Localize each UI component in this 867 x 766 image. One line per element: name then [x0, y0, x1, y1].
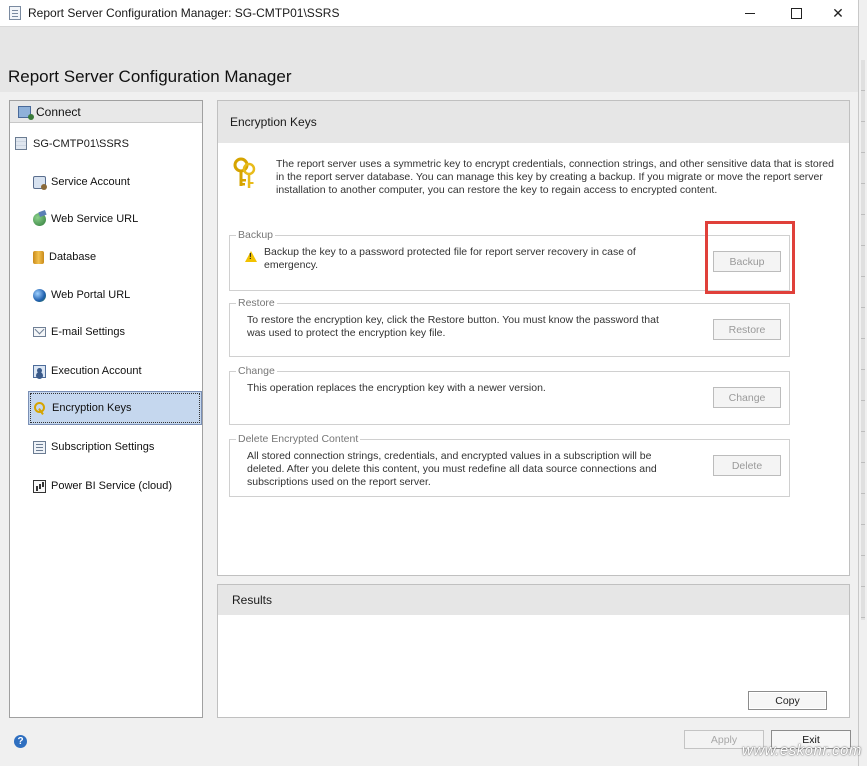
globe-icon: [33, 288, 46, 302]
sidebar-item-encryption-keys[interactable]: Encryption Keys: [28, 391, 202, 425]
power-bi-icon: [33, 479, 46, 493]
help-icon[interactable]: ?: [14, 735, 27, 748]
warning-icon: [245, 251, 257, 262]
sidebar-item-label: Web Service URL: [51, 213, 139, 225]
sidebar-item-web-service-url[interactable]: Web Service URL: [28, 202, 202, 236]
change-group: Change This operation replaces the encry…: [229, 365, 790, 425]
sidebar-item-power-bi-service[interactable]: Power BI Service (cloud): [28, 469, 202, 503]
app-header: Report Server Configuration Manager: [0, 26, 858, 92]
sidebar-item-label: E-mail Settings: [51, 326, 125, 338]
sidebar-item-label: Encryption Keys: [52, 402, 132, 414]
sidebar-item-label: Database: [49, 251, 97, 263]
sidebar-item-label: Web Portal URL: [51, 289, 131, 301]
restore-description: To restore the encryption key, click the…: [247, 314, 659, 339]
change-legend: Change: [236, 365, 277, 377]
delete-button[interactable]: Delete: [713, 455, 781, 476]
restore-legend: Restore: [236, 297, 277, 309]
maximize-button[interactable]: [774, 0, 818, 26]
database-icon: [33, 250, 44, 264]
execution-account-icon: [33, 364, 46, 378]
mail-icon: [33, 327, 46, 337]
connect-icon: [18, 105, 34, 120]
backup-legend: Backup: [236, 229, 276, 241]
intro-text: The report server uses a symmetric key t…: [276, 158, 834, 196]
sidebar-item-label: Subscription Settings: [51, 441, 155, 453]
copy-button[interactable]: Copy: [748, 691, 827, 710]
delete-legend: Delete Encrypted Content: [236, 433, 361, 445]
sidebar-item-label: Service Account: [51, 176, 130, 188]
service-account-icon: [33, 175, 47, 190]
highlight-annotation: [705, 221, 795, 294]
sidebar-item-email-settings[interactable]: E-mail Settings: [28, 315, 202, 349]
results-title: Results: [218, 585, 849, 615]
connect-button[interactable]: Connect: [10, 101, 202, 123]
server-node: SG-CMTP01\SSRS: [15, 137, 129, 150]
sidebar-item-label: Execution Account: [51, 365, 142, 377]
window-title: Report Server Configuration Manager: SG-…: [28, 6, 340, 20]
subscription-icon: [33, 440, 46, 454]
app-heading: Report Server Configuration Manager: [8, 67, 292, 86]
restore-button[interactable]: Restore: [713, 319, 781, 340]
encryption-keys-panel: Encryption Keys The report server uses a…: [217, 100, 850, 576]
sidebar: Connect SG-CMTP01\SSRS Service Account W…: [9, 100, 203, 718]
server-name: SG-CMTP01\SSRS: [33, 137, 129, 150]
delete-encrypted-content-group: Delete Encrypted Content All stored conn…: [229, 433, 790, 497]
close-button[interactable]: ✕: [816, 0, 860, 26]
minimize-button[interactable]: [728, 0, 772, 26]
keys-illustration-icon: [233, 157, 256, 188]
restore-group: Restore To restore the encryption key, c…: [229, 297, 790, 357]
connect-label: Connect: [36, 104, 81, 119]
sidebar-item-database[interactable]: Database: [28, 240, 202, 274]
sidebar-item-execution-account[interactable]: Execution Account: [28, 354, 202, 388]
watermark: www.eskonr.com: [742, 742, 862, 759]
sidebar-item-label: Power BI Service (cloud): [51, 480, 173, 492]
web-service-url-icon: [33, 212, 46, 226]
sidebar-item-service-account[interactable]: Service Account: [28, 165, 202, 199]
page-title: Encryption Keys: [218, 101, 849, 143]
close-icon: ✕: [832, 4, 844, 21]
key-icon: [34, 401, 47, 415]
background-window-edge: [858, 0, 867, 766]
app-icon: [9, 6, 21, 20]
change-button[interactable]: Change: [713, 387, 781, 408]
title-bar: Report Server Configuration Manager: SG-…: [0, 0, 858, 26]
sidebar-item-subscription-settings[interactable]: Subscription Settings: [28, 430, 202, 464]
change-description: This operation replaces the encryption k…: [247, 382, 546, 394]
delete-description: All stored connection strings, credentia…: [247, 450, 657, 488]
backup-description: Backup the key to a password protected f…: [264, 246, 636, 271]
server-icon: [15, 137, 27, 150]
sidebar-item-web-portal-url[interactable]: Web Portal URL: [28, 278, 202, 312]
